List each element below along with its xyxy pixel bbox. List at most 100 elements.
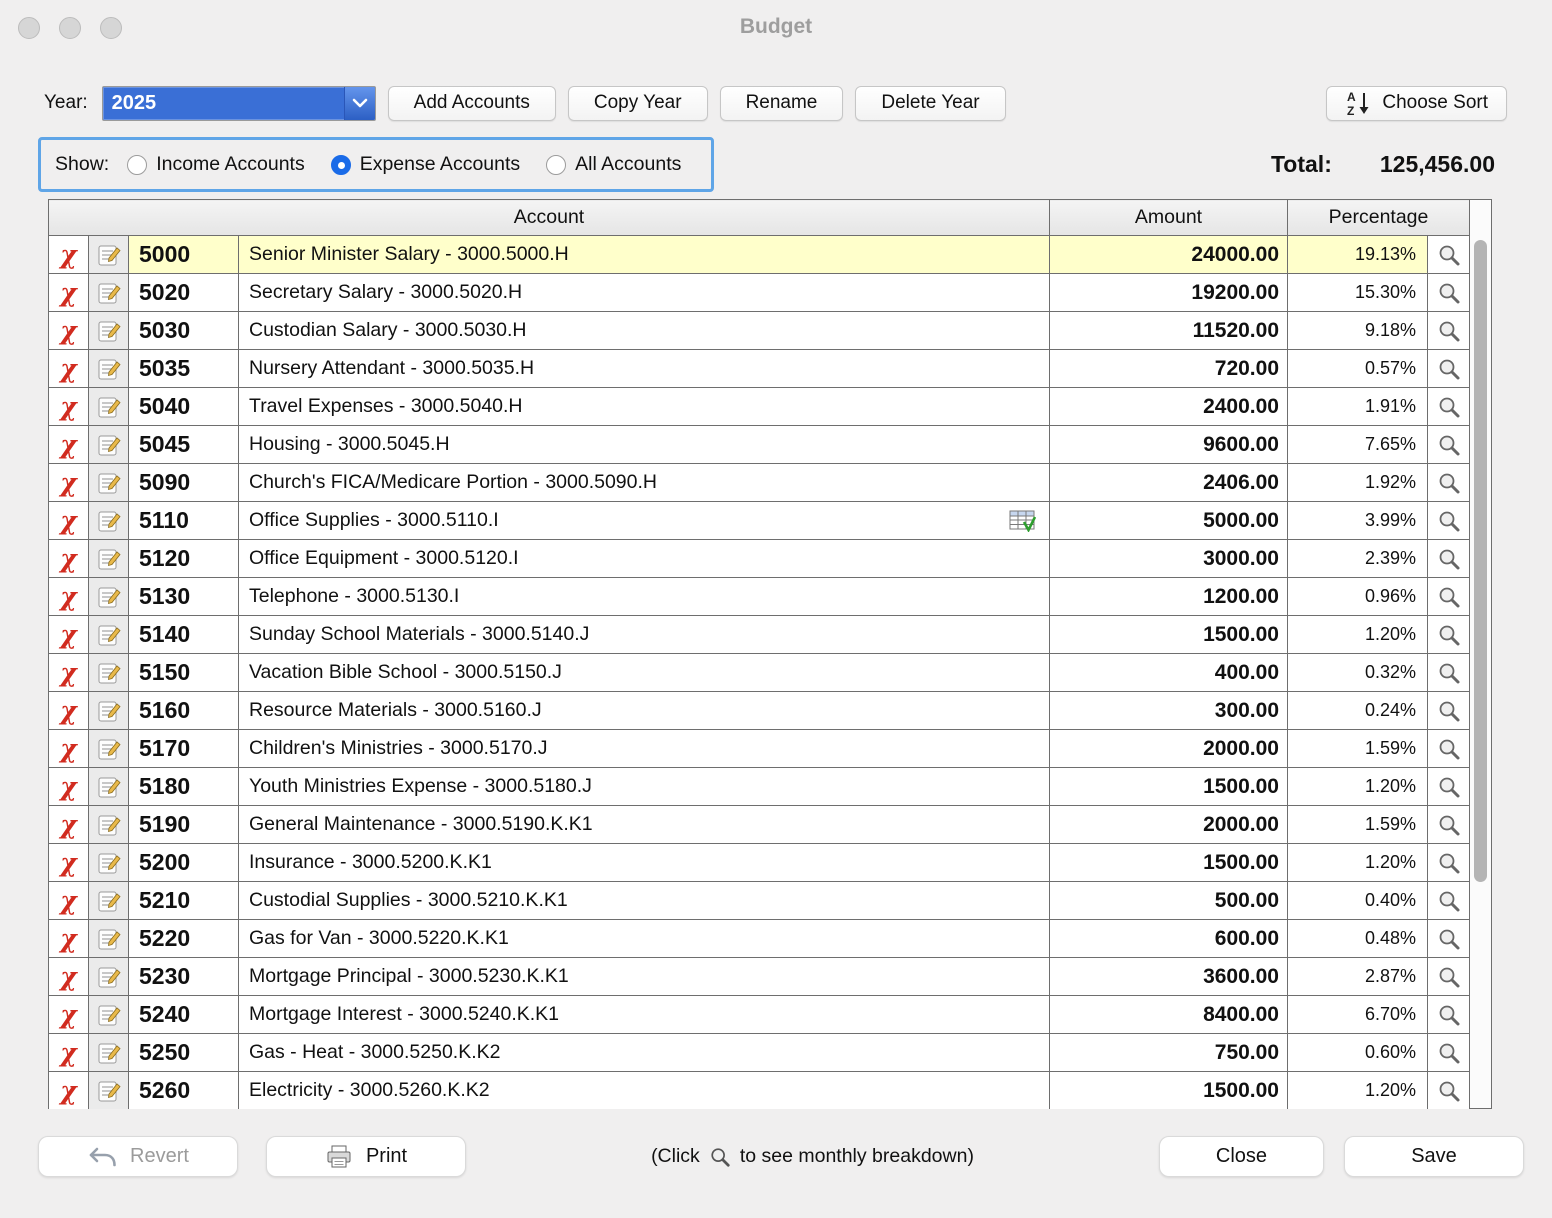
amount-cell[interactable]: 3600.00 <box>1050 958 1288 996</box>
amount-cell[interactable]: 11520.00 <box>1050 312 1288 350</box>
magnifier-icon[interactable] <box>1437 509 1461 533</box>
edit-row-icon[interactable] <box>96 432 122 458</box>
amount-cell[interactable]: 1500.00 <box>1050 1072 1288 1110</box>
magnifier-icon[interactable] <box>1437 623 1461 647</box>
magnifier-icon[interactable] <box>1437 775 1461 799</box>
magnifier-icon[interactable] <box>1437 699 1461 723</box>
table-row[interactable]: 5090 Church's FICA/Medicare Portion - 30… <box>49 464 1470 502</box>
radio-all-accounts[interactable]: All Accounts <box>546 153 681 176</box>
edit-row-icon[interactable] <box>96 622 122 648</box>
delete-row-icon[interactable] <box>60 584 76 609</box>
amount-cell[interactable]: 2400.00 <box>1050 388 1288 426</box>
delete-row-icon[interactable] <box>60 546 76 571</box>
delete-row-icon[interactable] <box>60 698 76 723</box>
table-row[interactable]: 5020 Secretary Salary - 3000.5020.H 1920… <box>49 274 1470 312</box>
amount-cell[interactable]: 400.00 <box>1050 654 1288 692</box>
table-row[interactable]: 5130 Telephone - 3000.5130.I 1200.00 0.9… <box>49 578 1470 616</box>
magnifier-icon[interactable] <box>1437 889 1461 913</box>
magnifier-icon[interactable] <box>1437 471 1461 495</box>
magnifier-icon[interactable] <box>1437 851 1461 875</box>
edit-row-icon[interactable] <box>96 546 122 572</box>
table-row[interactable]: 5040 Travel Expenses - 3000.5040.H 2400.… <box>49 388 1470 426</box>
table-row[interactable]: 5180 Youth Ministries Expense - 3000.518… <box>49 768 1470 806</box>
delete-row-icon[interactable] <box>60 812 76 837</box>
magnifier-icon[interactable] <box>1437 357 1461 381</box>
magnifier-icon[interactable] <box>1437 1079 1461 1103</box>
choose-sort-button[interactable]: A Z Choose Sort <box>1326 86 1507 121</box>
edit-row-icon[interactable] <box>96 964 122 990</box>
delete-row-icon[interactable] <box>60 280 76 305</box>
amount-cell[interactable]: 1500.00 <box>1050 768 1288 806</box>
table-row[interactable]: 5140 Sunday School Materials - 3000.5140… <box>49 616 1470 654</box>
close-button[interactable]: Close <box>1159 1136 1324 1177</box>
add-accounts-button[interactable]: Add Accounts <box>388 86 556 121</box>
edit-row-icon[interactable] <box>96 1078 122 1104</box>
zoom-window-button[interactable] <box>100 17 122 39</box>
delete-year-button[interactable]: Delete Year <box>855 86 1005 121</box>
close-window-button[interactable] <box>18 17 40 39</box>
edit-row-icon[interactable] <box>96 1040 122 1066</box>
magnifier-icon[interactable] <box>1437 281 1461 305</box>
delete-row-icon[interactable] <box>60 432 76 457</box>
table-row[interactable]: 5230 Mortgage Principal - 3000.5230.K.K1… <box>49 958 1470 996</box>
revert-button[interactable]: Revert <box>38 1136 238 1177</box>
edit-row-icon[interactable] <box>96 280 122 306</box>
amount-cell[interactable]: 9600.00 <box>1050 426 1288 464</box>
table-row[interactable]: 5240 Mortgage Interest - 3000.5240.K.K1 … <box>49 996 1470 1034</box>
magnifier-icon[interactable] <box>1437 927 1461 951</box>
amount-cell[interactable]: 720.00 <box>1050 350 1288 388</box>
amount-cell[interactable]: 1500.00 <box>1050 616 1288 654</box>
table-row[interactable]: 5035 Nursery Attendant - 3000.5035.H 720… <box>49 350 1470 388</box>
amount-cell[interactable]: 2000.00 <box>1050 806 1288 844</box>
edit-row-icon[interactable] <box>96 508 122 534</box>
edit-row-icon[interactable] <box>96 812 122 838</box>
table-row[interactable]: 5260 Electricity - 3000.5260.K.K2 1500.0… <box>49 1072 1470 1110</box>
delete-row-icon[interactable] <box>60 774 76 799</box>
edit-row-icon[interactable] <box>96 774 122 800</box>
radio-income-accounts[interactable]: Income Accounts <box>127 153 305 176</box>
edit-row-icon[interactable] <box>96 584 122 610</box>
delete-row-icon[interactable] <box>60 736 76 761</box>
magnifier-icon[interactable] <box>1437 1041 1461 1065</box>
magnifier-icon[interactable] <box>1437 1003 1461 1027</box>
delete-row-icon[interactable] <box>60 318 76 343</box>
vertical-scrollbar[interactable] <box>1470 199 1492 1109</box>
edit-row-icon[interactable] <box>96 318 122 344</box>
delete-row-icon[interactable] <box>60 888 76 913</box>
amount-cell[interactable]: 600.00 <box>1050 920 1288 958</box>
amount-cell[interactable]: 2000.00 <box>1050 730 1288 768</box>
table-row[interactable]: 5170 Children's Ministries - 3000.5170.J… <box>49 730 1470 768</box>
delete-row-icon[interactable] <box>60 850 76 875</box>
magnifier-icon[interactable] <box>1437 813 1461 837</box>
copy-year-button[interactable]: Copy Year <box>568 86 708 121</box>
amount-cell[interactable]: 300.00 <box>1050 692 1288 730</box>
amount-cell[interactable]: 500.00 <box>1050 882 1288 920</box>
edit-row-icon[interactable] <box>96 356 122 382</box>
amount-cell[interactable]: 750.00 <box>1050 1034 1288 1072</box>
edit-row-icon[interactable] <box>96 926 122 952</box>
table-row[interactable]: 5250 Gas - Heat - 3000.5250.K.K2 750.00 … <box>49 1034 1470 1072</box>
delete-row-icon[interactable] <box>60 508 76 533</box>
magnifier-icon[interactable] <box>1437 433 1461 457</box>
spreadsheet-icon[interactable] <box>1009 510 1036 532</box>
delete-row-icon[interactable] <box>60 964 76 989</box>
year-dropdown[interactable]: 2025 <box>102 86 376 121</box>
magnifier-icon[interactable] <box>1437 395 1461 419</box>
magnifier-icon[interactable] <box>1437 319 1461 343</box>
amount-cell[interactable]: 1200.00 <box>1050 578 1288 616</box>
table-row[interactable]: 5160 Resource Materials - 3000.5160.J 30… <box>49 692 1470 730</box>
delete-row-icon[interactable] <box>60 660 76 685</box>
table-row[interactable]: 5220 Gas for Van - 3000.5220.K.K1 600.00… <box>49 920 1470 958</box>
amount-cell[interactable]: 5000.00 <box>1050 502 1288 540</box>
table-row[interactable]: 5150 Vacation Bible School - 3000.5150.J… <box>49 654 1470 692</box>
edit-row-icon[interactable] <box>96 470 122 496</box>
table-row[interactable]: 5030 Custodian Salary - 3000.5030.H 1152… <box>49 312 1470 350</box>
magnifier-icon[interactable] <box>1437 243 1461 267</box>
rename-button[interactable]: Rename <box>720 86 844 121</box>
magnifier-icon[interactable] <box>1437 737 1461 761</box>
magnifier-icon[interactable] <box>1437 585 1461 609</box>
delete-row-icon[interactable] <box>60 622 76 647</box>
edit-row-icon[interactable] <box>96 698 122 724</box>
amount-cell[interactable]: 2406.00 <box>1050 464 1288 502</box>
edit-row-icon[interactable] <box>96 888 122 914</box>
